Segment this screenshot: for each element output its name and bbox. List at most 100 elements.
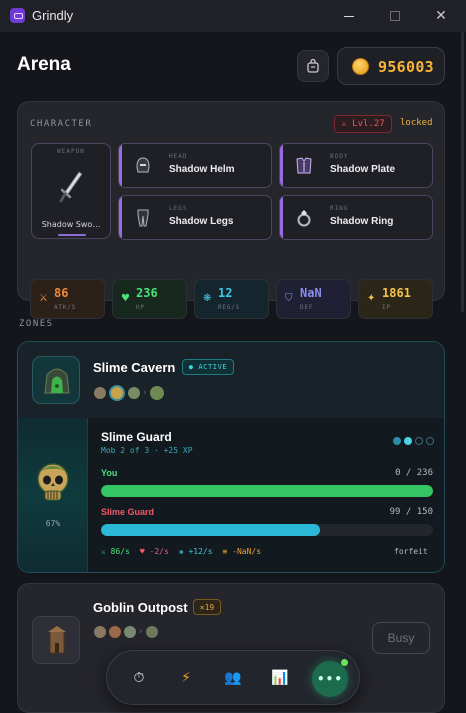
stat-label: IP <box>382 304 391 311</box>
stat-label: ATK/S <box>54 304 77 311</box>
stat-defense: ⛉ NaN DEF <box>276 279 351 319</box>
enemy-name: Slime Guard <box>101 430 172 444</box>
minimize-button[interactable] <box>326 0 372 32</box>
dock-bolt-button[interactable]: ⚡ <box>171 663 201 693</box>
stat-value: NaN <box>300 286 322 300</box>
stat-value: 86 <box>54 286 69 300</box>
enemy-hp-percent: 67% <box>45 519 61 528</box>
maximize-icon <box>390 11 400 21</box>
dock-stats-button[interactable]: 📊 <box>265 663 295 693</box>
inventory-button[interactable] <box>297 50 329 82</box>
zone-name: Slime Cavern <box>93 360 176 375</box>
shield-icon: ⛉ <box>285 293 293 304</box>
ring-slot[interactable]: RING Shadow Ring <box>279 195 433 240</box>
sword-stat-icon: ⚔ <box>39 293 48 304</box>
ring-item-name: Shadow Ring <box>330 216 394 227</box>
active-badge: ● ACTIVE <box>182 359 234 375</box>
weapon-name: Shadow Swo… <box>41 220 101 229</box>
stat-item-power: ✦ 1861 IP <box>358 279 433 319</box>
mob-skull-icon <box>128 387 140 399</box>
zone-name: Goblin Outpost <box>93 600 188 615</box>
stat-regen: ❋ 12 REG/S <box>194 279 269 319</box>
stat-value: 1861 <box>382 286 411 300</box>
arena-view: Arena 956003 CHARACTER ⚔ Lvl.27 locked W… <box>0 32 466 713</box>
zone-thumbnail <box>32 356 80 404</box>
scrollbar-thumb[interactable] <box>461 32 464 312</box>
bottom-dock: ⏱ ⚡ 👥 📊 ••• <box>106 650 360 705</box>
helmet-icon <box>136 157 150 173</box>
mob-progress-dots <box>393 437 434 445</box>
legs-slot-caption: LEGS <box>169 205 188 212</box>
regen-rate: ❋ +12/s <box>178 547 213 556</box>
cave-icon <box>44 368 70 394</box>
zone-mob-list: › <box>94 626 158 638</box>
ring-slot-caption: RING <box>330 205 349 212</box>
bolt-icon: ⚡ <box>181 670 191 686</box>
stat-attack: ⚔ 86 ATK/S <box>30 279 105 319</box>
close-button[interactable]: ✕ <box>418 0 464 32</box>
close-icon: ✕ <box>435 8 447 24</box>
dock-timer-button[interactable]: ⏱ <box>124 663 154 693</box>
greaves-icon <box>137 209 149 227</box>
enemy-hp-bar <box>101 524 433 536</box>
zones-section-label: ZONES <box>19 319 54 329</box>
zone-thumbnail <box>32 616 80 664</box>
title-bar: Grindly ✕ <box>0 0 466 32</box>
stat-hp: ♥ 236 HP <box>112 279 187 319</box>
stats-icon: 📊 <box>271 670 289 686</box>
timer-icon: ⏱ <box>133 670 145 686</box>
enemy-hp-value: 99 / 150 <box>389 507 433 517</box>
stat-label: HP <box>136 304 145 311</box>
minimize-icon <box>344 15 354 17</box>
zone-count-badge: ×19 <box>193 599 221 615</box>
player-hp-label: You <box>101 468 118 478</box>
enemy-portrait-panel: 67% <box>18 418 88 572</box>
mob-arrow-icon: › <box>139 627 143 637</box>
head-slot[interactable]: HEAD Shadow Helm <box>118 143 272 188</box>
mob-skull-icon <box>94 387 106 399</box>
forfeit-button[interactable]: forfeit <box>394 547 428 556</box>
head-slot-caption: HEAD <box>169 153 188 160</box>
outpost-icon <box>48 626 66 654</box>
zone-header: Slime Cavern ● ACTIVE › <box>18 342 444 418</box>
page-title: Arena <box>17 54 71 75</box>
busy-button[interactable]: Busy <box>372 622 430 654</box>
stat-value: 12 <box>218 286 233 300</box>
notification-dot <box>341 659 348 666</box>
level-badge: ⚔ Lvl.27 <box>334 115 392 133</box>
bag-icon <box>307 59 319 73</box>
player-hp-value: 0 / 236 <box>395 468 433 478</box>
body-item-name: Shadow Plate <box>330 164 396 175</box>
regen-icon: ❋ <box>203 293 212 304</box>
locked-label: locked <box>400 118 433 128</box>
body-slot[interactable]: BODY Shadow Plate <box>279 143 433 188</box>
character-section-label: CHARACTER <box>30 119 93 129</box>
maximize-button[interactable] <box>372 0 418 32</box>
mob-skull-current-icon <box>109 385 125 401</box>
mob-icon <box>124 626 136 638</box>
sword-icon <box>59 171 83 203</box>
coin-balance[interactable]: 956003 <box>337 47 445 85</box>
enemy-skull-icon <box>37 463 69 501</box>
party-icon: 👥 <box>224 670 242 686</box>
zone-card-active[interactable]: Slime Cavern ● ACTIVE › 67% Slime Guard … <box>17 341 445 573</box>
battle-panel: 67% Slime Guard Mob 2 of 3 · +25 XP You … <box>18 418 444 572</box>
stat-value: 236 <box>136 286 158 300</box>
body-slot-caption: BODY <box>330 153 349 160</box>
coin-icon <box>352 58 369 75</box>
mob-icon <box>94 626 106 638</box>
weapon-slot[interactable]: WEAPON Shadow Swo… <box>31 143 111 239</box>
legs-slot[interactable]: LEGS Shadow Legs <box>118 195 272 240</box>
dock-more-button[interactable]: ••• <box>312 661 348 697</box>
window-title: Grindly <box>32 8 74 23</box>
heart-icon: ♥ <box>121 293 130 304</box>
player-hp-fill <box>101 485 433 497</box>
enemy-hp-label: Slime Guard <box>101 507 155 517</box>
zone-mob-list: › <box>94 385 164 401</box>
weapon-slot-caption: WEAPON <box>57 148 85 155</box>
more-icon: ••• <box>316 672 343 686</box>
weapon-slot-indicator <box>58 234 86 236</box>
mob-icon <box>109 626 121 638</box>
dock-party-button[interactable]: 👥 <box>218 663 248 693</box>
attack-rate: ⚔ 86/s <box>101 547 130 556</box>
